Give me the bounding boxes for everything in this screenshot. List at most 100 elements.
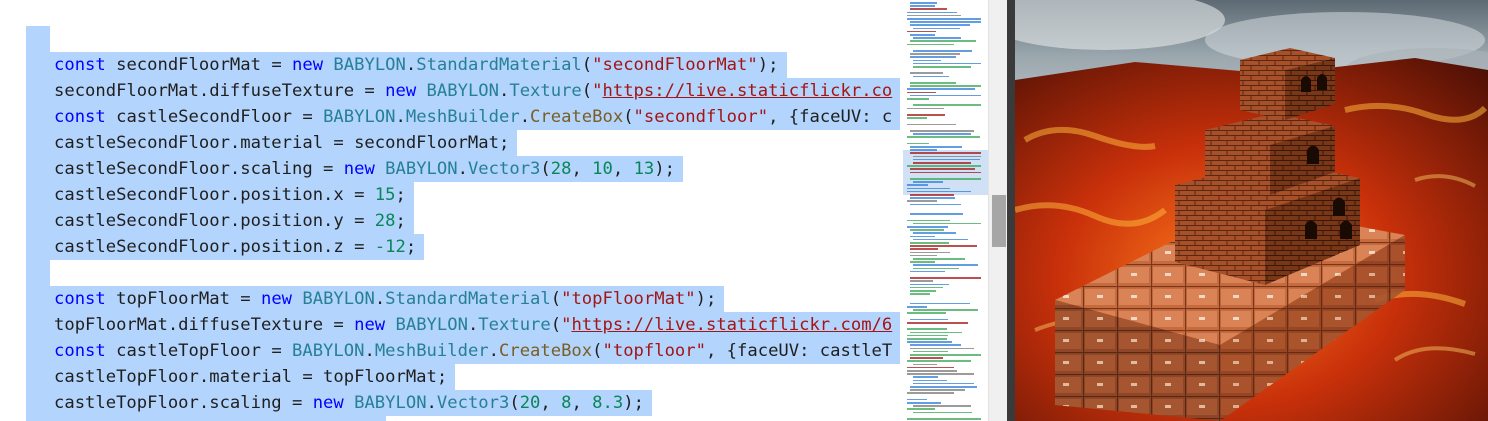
minimap-line	[907, 402, 942, 404]
minimap-line	[910, 254, 938, 257]
minimap-line	[913, 75, 949, 78]
editor-scrollbar[interactable]	[988, 0, 1008, 421]
minimap-line	[910, 203, 961, 206]
code-token: "secondFloorMat"	[592, 55, 758, 75]
minimap-line	[907, 136, 980, 138]
code-token: castleTopFloor =	[105, 341, 293, 361]
split-divider[interactable]	[1007, 0, 1015, 421]
code-text: const secondFloorMat = new BABYLON.Stand…	[54, 52, 778, 78]
code-line[interactable]: const castleTopFloor = BABYLON.MeshBuild…	[0, 338, 903, 364]
minimap-line	[910, 347, 975, 350]
castle-scene-image	[1015, 0, 1488, 421]
code-token: BABYLON	[323, 107, 396, 127]
minimap-line	[910, 248, 938, 250]
code-line[interactable]: castleSecondFloor.position.y = 28;	[0, 208, 903, 234]
minimap-line	[907, 322, 968, 324]
code-line[interactable]: castleTopFloor.scaling = new BABYLON.Vec…	[0, 390, 903, 416]
code-token: castleSecondFloor.scaling =	[54, 159, 344, 179]
code-token: secondFloorMat.diffuseTexture =	[54, 81, 386, 101]
code-token: ,	[612, 159, 634, 179]
code-token: StandardMaterial	[385, 289, 551, 309]
code-token: (	[592, 341, 603, 361]
code-line[interactable]: castleSecondFloor.position.z = -12;	[0, 234, 903, 260]
code-token: "secondfloor"	[633, 107, 769, 127]
minimap-line	[910, 85, 981, 87]
minimap-line	[910, 302, 971, 305]
minimap-line	[910, 82, 957, 84]
minimap-line	[913, 232, 956, 234]
code-text: castleSecondFloor.position.x = 15;	[54, 182, 406, 208]
minimap-line	[910, 2, 937, 4]
minimap-line	[910, 344, 961, 346]
code-line[interactable]: topFloorMat.diffuseTexture = new BABYLON…	[0, 312, 903, 338]
code-line[interactable]: castleTopFloor.material = topFloorMat;	[0, 364, 903, 390]
minimap-line	[913, 62, 981, 65]
minimap-line	[907, 306, 928, 308]
code-token: 15	[374, 185, 396, 205]
minimap-line	[907, 187, 951, 190]
minimap-line	[910, 293, 931, 295]
minimap-line	[910, 72, 943, 74]
minimap-line	[913, 162, 972, 164]
code-token: Vector3	[467, 159, 541, 179]
minimap-line	[913, 258, 965, 260]
code-line[interactable]: castleSecondFloor.scaling = new BABYLON.…	[0, 156, 903, 182]
code-token: BABYLON	[292, 341, 365, 361]
minimap[interactable]	[903, 0, 988, 421]
minimap-line	[913, 376, 939, 378]
code-token: .	[488, 341, 499, 361]
minimap-line	[907, 392, 954, 394]
code-line[interactable]: secondFloorMat.diffuseTexture = new BABY…	[0, 78, 903, 104]
minimap-line	[907, 14, 961, 17]
code-text: castleSecondFloor.scaling = new BABYLON.…	[54, 156, 675, 182]
code-line[interactable]	[0, 260, 903, 286]
code-token: .	[457, 159, 468, 179]
code-line[interactable]: const castleSecondFloor = BABYLON.MeshBu…	[0, 104, 903, 130]
minimap-line	[910, 389, 966, 391]
minimap-line	[907, 123, 956, 126]
code-token: BABYLON	[426, 81, 499, 101]
code-line[interactable]: const topFloorMat = new BABYLON.Standard…	[0, 286, 903, 312]
code-editor[interactable]: const secondFloorMat = new BABYLON.Stand…	[0, 0, 903, 421]
minimap-line	[913, 264, 979, 266]
code-line[interactable]: castleSecondFloor.material = secondFloor…	[0, 130, 903, 156]
minimap-line	[913, 27, 960, 30]
minimap-line	[910, 53, 960, 55]
code-token: .	[498, 81, 510, 101]
minimap-line	[910, 277, 981, 279]
minimap-line	[910, 386, 978, 388]
selection-highlight	[26, 416, 386, 421]
minimap-line	[907, 328, 947, 330]
minimap-line	[907, 408, 936, 410]
code-line[interactable]: castleSecondFloor.position.x = 15;	[0, 182, 903, 208]
minimap-line	[907, 18, 981, 20]
minimap-line	[910, 197, 956, 199]
babylon-render-canvas[interactable]	[1015, 0, 1488, 421]
code-token: castleTopFloor.scaling =	[54, 393, 313, 413]
minimap-line	[907, 334, 949, 337]
code-token: .	[395, 107, 406, 127]
minimap-line	[907, 366, 955, 369]
minimap-line	[910, 168, 976, 170]
code-token: "topFloorMat"	[561, 289, 696, 309]
code-token: .	[467, 315, 479, 335]
code-token: new	[385, 81, 417, 101]
scrollbar-thumb[interactable]	[992, 195, 1006, 247]
code-token: const	[54, 289, 106, 309]
code-token: ,	[571, 393, 593, 413]
code-token: .	[519, 107, 531, 127]
minimap-line	[910, 40, 976, 42]
code-line[interactable]: const secondFloorMat = new BABYLON.Stand…	[0, 52, 903, 78]
minimap-line	[910, 130, 975, 132]
minimap-line	[907, 200, 937, 202]
code-token: MeshBuilder	[405, 107, 520, 127]
minimap-line	[913, 104, 981, 106]
minimap-line	[913, 222, 981, 225]
minimap-line	[913, 382, 975, 385]
minimap-line	[913, 181, 944, 183]
code-token: (	[550, 289, 562, 309]
code-token: .	[405, 55, 417, 75]
minimap-line	[907, 398, 928, 401]
